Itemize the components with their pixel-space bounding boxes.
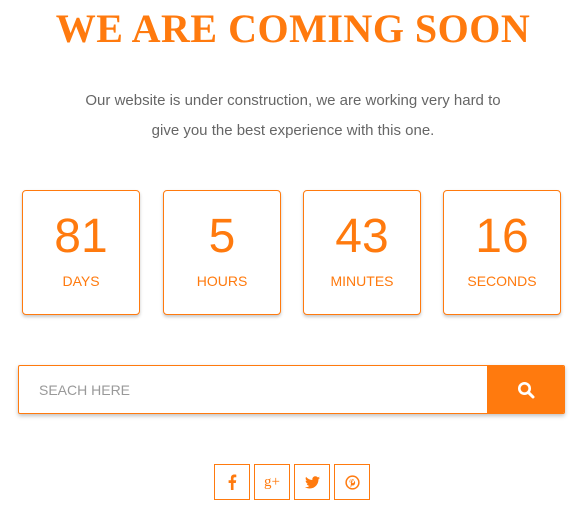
search-icon	[517, 381, 534, 398]
pinterest-button[interactable]	[334, 464, 370, 500]
countdown-minutes-label: MINUTES	[330, 273, 394, 289]
countdown-hours-label: HOURS	[196, 273, 248, 289]
page-title: WE ARE COMING SOON	[55, 6, 531, 51]
twitter-button[interactable]	[294, 464, 330, 500]
countdown-hours: 5 HOURS	[163, 190, 281, 315]
countdown-minutes-value: 43	[335, 210, 389, 263]
google-plus-icon: g+	[264, 473, 280, 490]
countdown-seconds-value: 16	[475, 210, 529, 263]
pinterest-icon	[344, 474, 360, 490]
subtitle-line-1: Our website is under construction, we ar…	[85, 92, 501, 109]
search-button[interactable]	[487, 366, 564, 413]
twitter-icon	[304, 475, 320, 488]
countdown-hours-value: 5	[208, 210, 236, 263]
search-bar	[18, 365, 565, 414]
search-input[interactable]	[19, 366, 489, 413]
countdown-timer: 81 DAYS 5 HOURS 43 MINUTES 16 SECONDS	[22, 190, 562, 315]
countdown-days-label: DAYS	[62, 273, 100, 289]
countdown-days-value: 81	[54, 210, 108, 263]
countdown-minutes: 43 MINUTES	[303, 190, 421, 315]
coming-soon-page: WE ARE COMING SOON Our website is under …	[0, 0, 586, 512]
facebook-icon	[228, 474, 237, 490]
countdown-days: 81 DAYS	[22, 190, 140, 315]
countdown-seconds-label: SECONDS	[467, 273, 537, 289]
page-subtitle: Our website is under construction, we ar…	[40, 86, 546, 146]
facebook-button[interactable]	[214, 464, 250, 500]
google-plus-button[interactable]: g+	[254, 464, 290, 500]
subtitle-line-2: give you the best experience with this o…	[151, 122, 435, 139]
countdown-seconds: 16 SECONDS	[443, 190, 561, 315]
social-links: g+	[214, 464, 374, 501]
